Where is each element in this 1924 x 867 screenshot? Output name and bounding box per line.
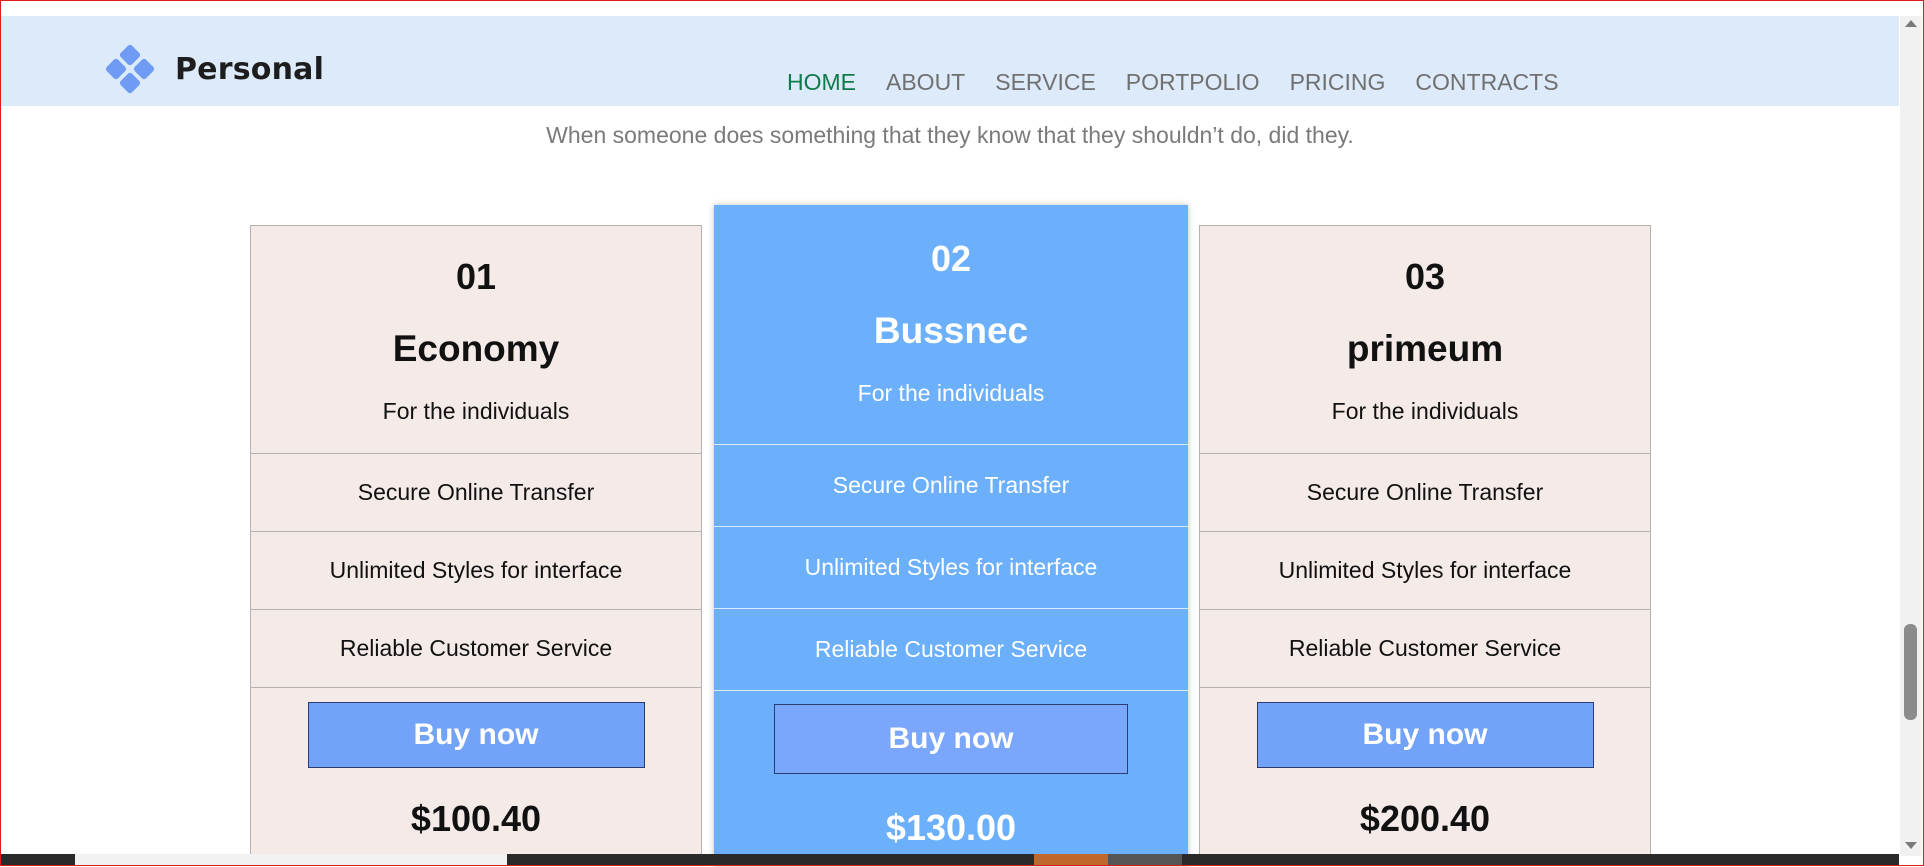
nav-service[interactable]: SERVICE	[995, 69, 1096, 96]
nav-about[interactable]: ABOUT	[886, 69, 965, 96]
plan-price: $200.40	[1359, 798, 1491, 839]
plan-number: 02	[930, 238, 972, 279]
card-header: 02 Bussnec For the individuals	[714, 205, 1188, 444]
pricing-card-primeum: 03 primeum For the individuals Secure On…	[1199, 225, 1651, 866]
section-subtitle: When someone does something that they kn…	[546, 122, 1354, 148]
scroll-up-arrow-icon[interactable]	[1905, 20, 1917, 27]
feature-item: Reliable Customer Service	[714, 608, 1188, 690]
taskbar-segment	[1034, 854, 1108, 865]
plan-description: For the individuals	[857, 380, 1045, 406]
buy-now-button[interactable]: Buy now	[307, 702, 645, 768]
plan-number: 01	[455, 256, 497, 297]
feature-item: Reliable Customer Service	[1200, 609, 1650, 687]
nav-contracts[interactable]: CONTRACTS	[1415, 69, 1558, 96]
nav-portpolio[interactable]: PORTPOLIO	[1126, 69, 1260, 96]
pricing-card-economy: 01 Economy For the individuals Secure On…	[250, 225, 702, 866]
logo-text: Personal	[175, 51, 325, 87]
buy-now-button[interactable]: Buy now	[774, 704, 1128, 774]
plan-description: For the individuals	[1331, 398, 1519, 424]
card-header: 03 primeum For the individuals	[1200, 226, 1650, 453]
plan-number: 03	[1404, 256, 1446, 297]
feature-item: Secure Online Transfer	[251, 453, 701, 531]
bottom-taskbar-strip	[1, 854, 1899, 865]
feature-item: Secure Online Transfer	[1200, 453, 1650, 531]
vertical-scrollbar[interactable]	[1900, 16, 1922, 856]
nav-home[interactable]: HOME	[787, 69, 856, 96]
main-nav: HOME ABOUT SERVICE PORTPOLIO PRICING CON…	[787, 69, 1589, 96]
nav-pricing[interactable]: PRICING	[1290, 69, 1386, 96]
card-footer: Buy now $200.40	[1200, 687, 1650, 867]
card-footer: Buy now $130.00	[714, 690, 1188, 866]
logo[interactable]: Personal	[104, 43, 325, 95]
plan-description: For the individuals	[382, 398, 570, 424]
plan-name: Economy	[392, 328, 560, 369]
feature-item: Unlimited Styles for interface	[251, 531, 701, 609]
logo-icon	[104, 43, 156, 95]
buy-now-button[interactable]: Buy now	[1256, 702, 1594, 768]
pricing-card-bussnec: 02 Bussnec For the individuals Secure On…	[714, 205, 1188, 866]
feature-item: Unlimited Styles for interface	[1200, 531, 1650, 609]
taskbar-segment	[1108, 854, 1182, 865]
taskbar-segment	[75, 854, 507, 865]
card-footer: Buy now $100.40	[251, 687, 701, 867]
scroll-down-arrow-icon[interactable]	[1905, 842, 1917, 849]
plan-price: $130.00	[885, 807, 1017, 848]
navbar: Personal HOME ABOUT SERVICE PORTPOLIO PR…	[1, 16, 1899, 106]
card-header: 01 Economy For the individuals	[251, 226, 701, 453]
scroll-thumb[interactable]	[1904, 624, 1917, 720]
feature-item: Secure Online Transfer	[714, 444, 1188, 526]
plan-price: $100.40	[410, 798, 542, 839]
plan-name: primeum	[1346, 328, 1504, 369]
plan-name: Bussnec	[873, 310, 1029, 351]
top-strip	[1, 1, 1899, 16]
feature-item: Unlimited Styles for interface	[714, 526, 1188, 608]
feature-item: Reliable Customer Service	[251, 609, 701, 687]
